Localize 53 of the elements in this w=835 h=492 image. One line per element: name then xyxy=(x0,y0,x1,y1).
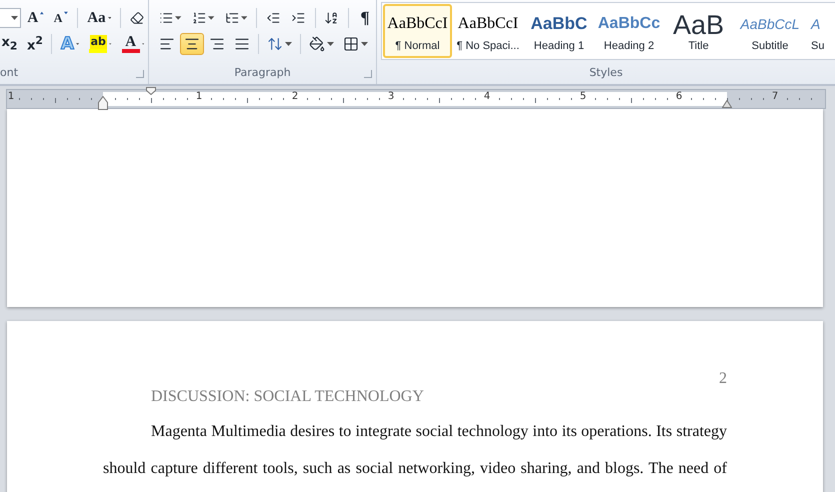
caret-icon xyxy=(11,16,18,20)
paint-bucket-icon xyxy=(309,36,325,52)
sort-icon xyxy=(324,10,340,26)
caret-icon xyxy=(208,16,215,20)
subscript-button[interactable]: x$_{2}$ xyxy=(0,33,22,55)
ruler-number: 1 xyxy=(8,91,14,102)
font-size-field[interactable] xyxy=(0,8,22,28)
ruler-number: 4 xyxy=(484,91,490,102)
ruler-number: 1 xyxy=(196,91,202,102)
paragraph: Magenta Multimedia desires to integrate social technology into its operations. Its strategy should capture different tools, such as social networking, video sharing, and blogs. The need of xyxy=(103,422,727,479)
style-item[interactable]: AaBbC Heading 1 xyxy=(524,4,594,58)
ruler-number: 7 xyxy=(772,91,778,102)
style-item[interactable]: A Su xyxy=(807,4,835,58)
align-icon xyxy=(184,36,200,52)
style-item[interactable]: AaBbCc Heading 2 xyxy=(594,4,664,58)
ruler-number: 5 xyxy=(580,91,586,102)
caret-icon xyxy=(285,42,292,46)
show-formatting-button[interactable]: ¶ xyxy=(354,7,376,29)
caret-icon xyxy=(327,42,334,46)
change-case-button[interactable]: Aa xyxy=(83,7,116,29)
shrink-font-button[interactable]: A xyxy=(50,7,72,29)
heading: DISCUSSION: SOCIAL TECHNOLOGY xyxy=(151,388,425,406)
caret-icon xyxy=(361,42,368,46)
superscript-button[interactable]: x$^{2}$ xyxy=(24,33,46,55)
caret-icon xyxy=(76,42,80,46)
group-label: Paragraph xyxy=(234,66,291,81)
ruler-number: 3 xyxy=(388,91,394,102)
style-item[interactable]: AaB Title xyxy=(664,4,733,58)
style-item[interactable]: AaBbCcI ¶ No Spaci... xyxy=(452,4,524,58)
up-triangle-icon xyxy=(40,11,44,15)
grow-font-button[interactable]: A xyxy=(23,7,48,29)
left-indent-marker[interactable] xyxy=(98,96,108,110)
highlight-button[interactable]: ab xyxy=(85,33,116,55)
numbered-list-icon xyxy=(192,10,206,26)
page-number: 2 xyxy=(718,369,727,388)
caret-icon xyxy=(241,16,248,20)
line-spacing-icon xyxy=(267,36,283,52)
style-item[interactable]: AaBbCcI ¶ Normal xyxy=(383,4,452,58)
align-icon xyxy=(159,36,175,52)
caret-icon xyxy=(108,16,112,20)
group-label: Styles xyxy=(589,66,623,81)
align-icon xyxy=(209,36,225,52)
borders-icon xyxy=(343,36,359,52)
group-label: ont xyxy=(0,66,18,81)
align-button[interactable] xyxy=(180,33,204,55)
align-icon xyxy=(234,36,250,52)
caret-icon xyxy=(175,16,182,20)
ruler-number: 2 xyxy=(292,91,298,102)
style-item[interactable]: AaBbCcL Subtitle xyxy=(733,4,807,58)
down-triangle-icon xyxy=(64,11,68,15)
eraser-icon xyxy=(130,10,144,26)
ruler-number: 6 xyxy=(676,91,682,102)
font-color-button[interactable]: A xyxy=(118,33,148,55)
